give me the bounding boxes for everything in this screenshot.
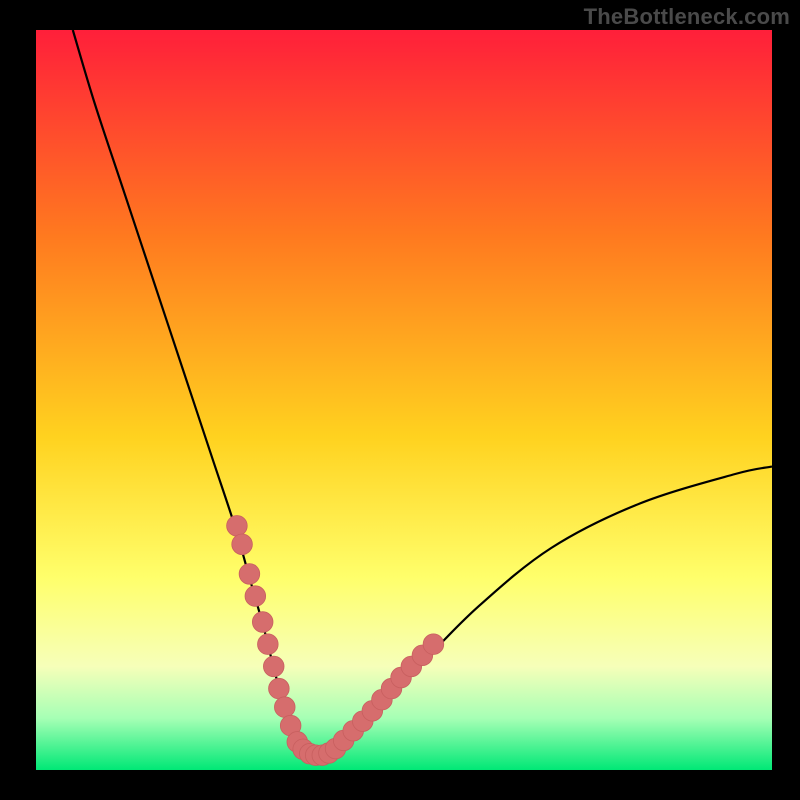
marker-left xyxy=(227,516,248,537)
marker-left xyxy=(274,697,295,718)
marker-left xyxy=(269,678,290,699)
marker-left xyxy=(263,656,284,677)
marker-left xyxy=(239,564,260,585)
marker-right xyxy=(423,634,444,655)
marker-left xyxy=(252,612,273,633)
marker-left xyxy=(232,534,253,555)
bottleneck-chart xyxy=(0,0,800,800)
marker-left xyxy=(258,634,279,655)
watermark-text: TheBottleneck.com xyxy=(584,4,790,30)
marker-left xyxy=(245,586,266,607)
chart-stage: TheBottleneck.com xyxy=(0,0,800,800)
